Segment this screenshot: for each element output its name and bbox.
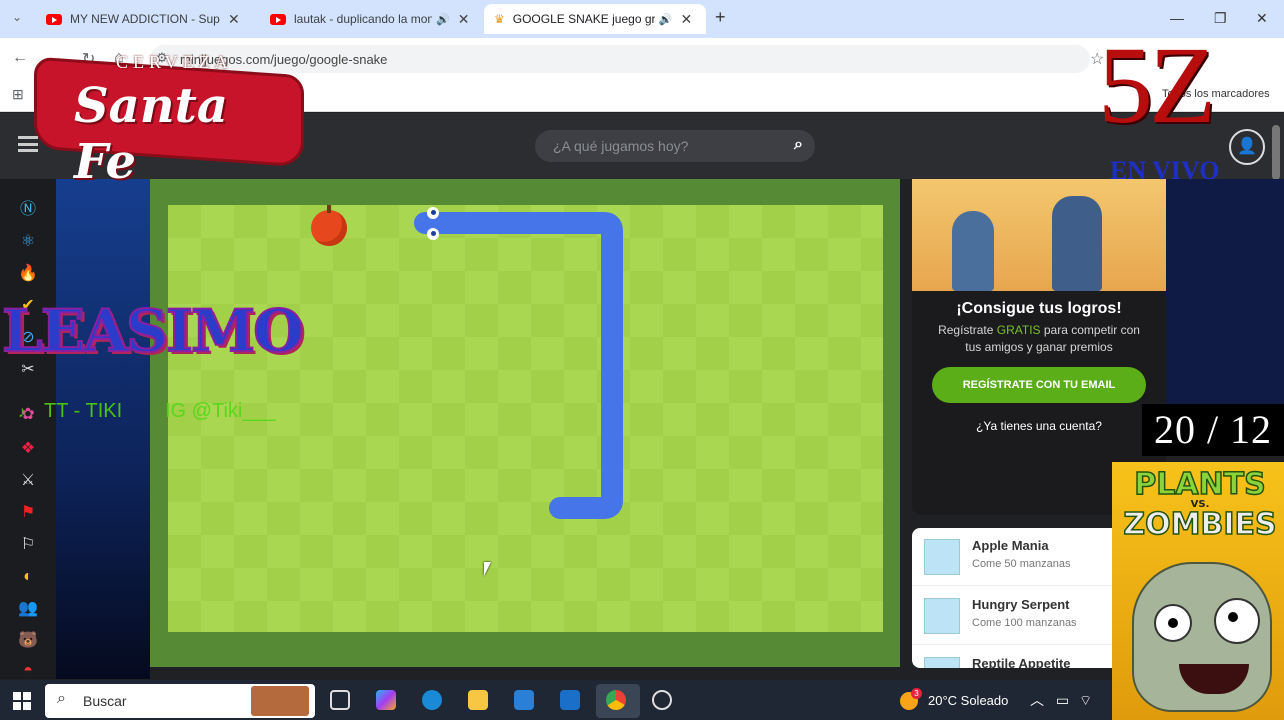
search-icon: ⌕ xyxy=(57,690,66,707)
login-link[interactable]: ¿Ya tienes una cuenta? xyxy=(912,419,1166,433)
promo-title: ¡Consigue tus logros! xyxy=(956,300,1122,317)
achievement-icon xyxy=(924,539,960,575)
zombie-eye xyxy=(1214,598,1260,644)
taskbar-search[interactable]: ⌕ Buscar xyxy=(45,684,315,718)
tiktok-handle: TT - TIKI xyxy=(44,400,123,422)
register-email-button[interactable]: REGÍSTRATE CON TU EMAIL xyxy=(932,367,1146,403)
page-background-strip xyxy=(1166,179,1284,409)
instagram-handle: IG @Tiki___ xyxy=(165,400,276,422)
list-item[interactable]: Reptile Appetite xyxy=(912,646,1122,668)
edge-browser-icon[interactable] xyxy=(422,690,442,710)
pvz-title: PLANTS VS. ZOMBIES xyxy=(1123,467,1278,542)
live-label: EN VIVO xyxy=(1110,156,1220,185)
hero-figure xyxy=(952,211,994,291)
snake-body xyxy=(414,212,623,519)
achievement-icon xyxy=(924,657,960,668)
zombie-mouth xyxy=(1179,664,1249,694)
zombie-eye xyxy=(1154,604,1192,642)
achievements-list: Apple Mania Come 50 manzanas Hungry Serp… xyxy=(912,528,1122,668)
copilot-icon[interactable] xyxy=(376,690,396,710)
promo-subtitle: Regístrate GRATIS para competir con tus … xyxy=(938,323,1140,354)
zombie-head xyxy=(1132,562,1272,712)
system-tray[interactable]: ︿ ▭ ⌔ xyxy=(1030,690,1092,710)
hero-figure xyxy=(1052,196,1102,291)
snake-eye xyxy=(427,228,439,240)
windows-start-icon[interactable] xyxy=(13,692,31,710)
obs-icon[interactable] xyxy=(652,690,672,710)
file-explorer-icon[interactable] xyxy=(468,690,488,710)
plants-vs-zombies-art: PLANTS VS. ZOMBIES xyxy=(1112,462,1284,720)
list-item[interactable]: Apple Mania Come 50 manzanas xyxy=(912,528,1122,586)
channel-logo: 5Z xyxy=(1098,24,1216,146)
microsoft-store-icon[interactable] xyxy=(514,690,534,710)
achievement-title: Reptile Appetite xyxy=(972,656,1071,668)
logo-name: Santa Fe xyxy=(74,78,228,190)
apple-food xyxy=(311,205,347,246)
weather-badge: 3 xyxy=(911,688,922,699)
search-highlight-image xyxy=(251,686,309,716)
snake-eye xyxy=(427,207,439,219)
chevron-up-icon[interactable]: ︿ xyxy=(1030,692,1044,708)
mouse-cursor-icon xyxy=(484,562,491,576)
chrome-icon[interactable] xyxy=(606,690,626,710)
santa-fe-logo: CERVEZA Santa Fe xyxy=(34,52,304,190)
mail-icon[interactable] xyxy=(560,690,580,710)
weather-text[interactable]: 20°C Soleado xyxy=(928,693,1008,708)
taskbar-search-label: Buscar xyxy=(83,693,127,709)
achievement-title: Hungry Serpent xyxy=(972,597,1070,612)
streamer-name: LEASIMO xyxy=(1,297,305,365)
logo-small-text: CERVEZA xyxy=(116,52,233,72)
wifi-icon[interactable]: ⌔ xyxy=(1079,692,1092,708)
stream-counter: 20 / 12 xyxy=(1142,404,1284,456)
achievement-icon xyxy=(924,598,960,634)
network-icon[interactable]: ▭ xyxy=(1056,692,1069,708)
weather-sun-icon: 3 xyxy=(900,688,922,710)
task-view-icon[interactable] xyxy=(330,690,350,710)
achievement-desc: Come 100 manzanas xyxy=(972,617,1077,629)
achievement-title: Apple Mania xyxy=(972,538,1049,553)
achievement-desc: Come 50 manzanas xyxy=(972,558,1071,570)
promo-illustration xyxy=(912,179,1166,291)
list-item[interactable]: Hungry Serpent Come 100 manzanas xyxy=(912,587,1122,645)
tiktok-icon: ♪ xyxy=(18,404,26,421)
